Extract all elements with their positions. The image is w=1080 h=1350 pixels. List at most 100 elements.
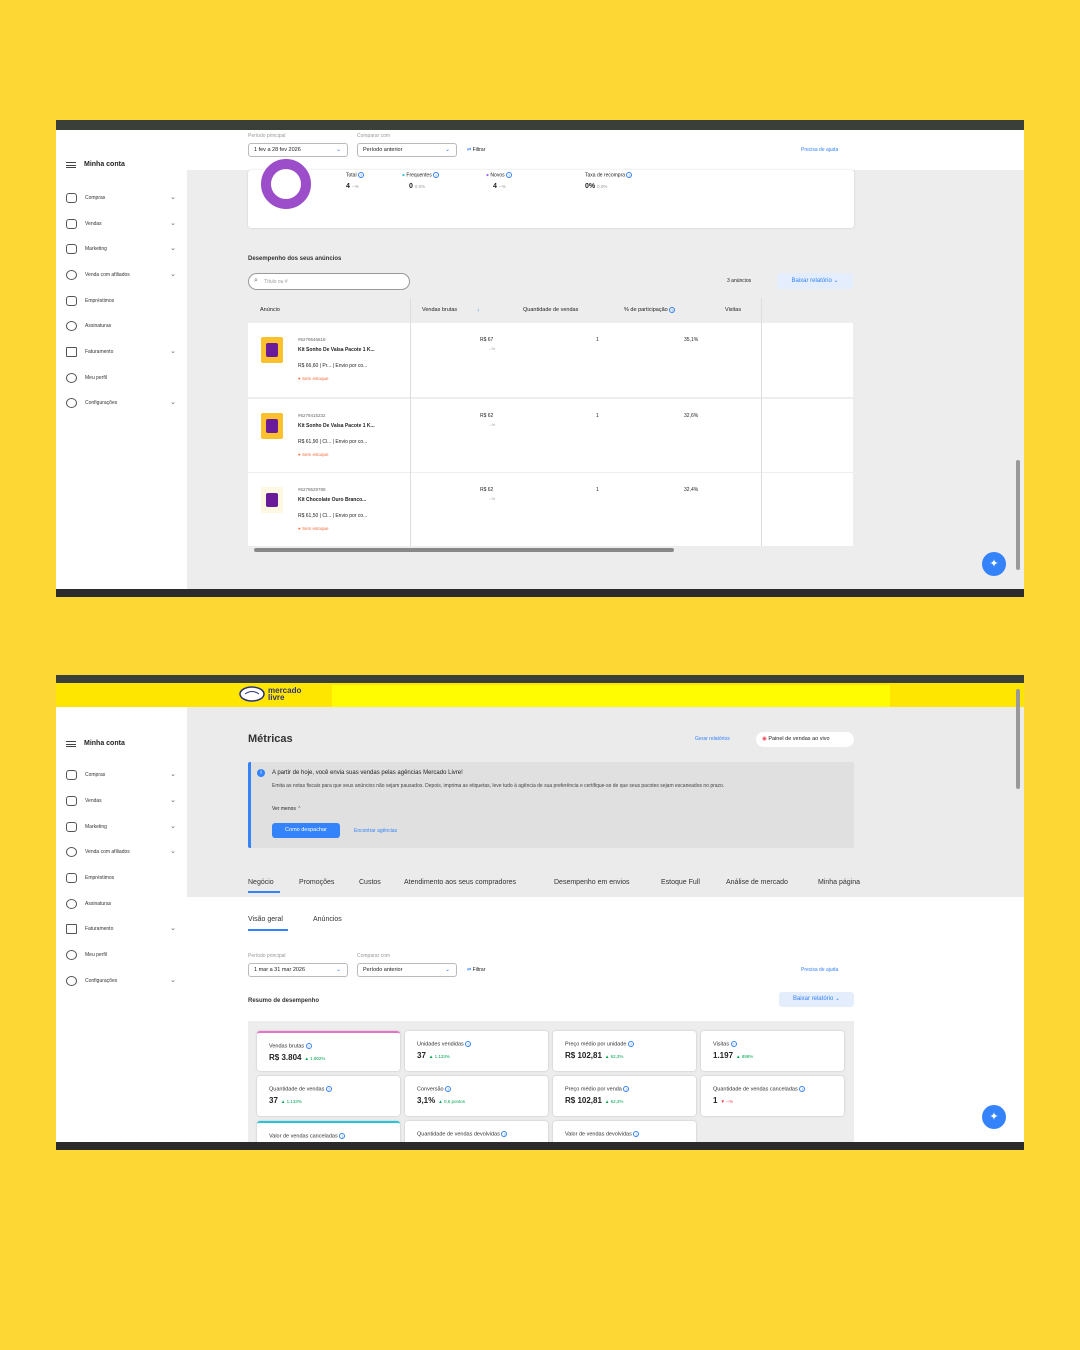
notice-show-less[interactable]: Ver menos ⌃ [272,806,302,812]
tab-minha-pagina[interactable]: Minha página [818,879,860,886]
sidebar-item-afiliados[interactable]: Venda com afiliados ⌄ [66,847,176,857]
tab-negocio[interactable]: Negócio [248,879,274,886]
generate-reports-link[interactable]: Gerar relatórios [695,736,730,742]
metric-card-gross-sales[interactable]: Vendas brutas ? R$ 3.804 ▲ 1.902% [257,1031,400,1071]
find-agencies-link[interactable]: Encontrar agências [354,828,397,834]
money-icon [66,296,77,306]
sidebar-item-compras[interactable]: Compras ⌄ [66,770,176,780]
listing-shipping: Envio por co... [335,363,368,369]
info-icon: ? [669,306,676,313]
info-icon: ? [501,1131,508,1137]
chevron-down-icon: ⌄ [170,797,176,804]
subtab-anuncios[interactable]: Anúncios [313,916,342,923]
metric-delta: ▼ --% [720,1099,734,1105]
sidebar-header[interactable]: Minha conta [66,740,125,747]
buyers-frequent-delta: 0.0% [414,184,426,189]
period-value: 1 fev a 28 fev 2026 [254,147,301,153]
assistant-sparkle-button[interactable]: ✦ [982,1105,1006,1129]
ml-header: mercado livre [56,683,1024,718]
metric-card-visits[interactable]: Visitas ? 1.197 ▲ 898% [701,1031,844,1071]
listing-title[interactable]: Kit Sonho De Valsa Pacote 1 K... [298,423,375,429]
megaphone-icon [66,822,77,832]
sidebar-item-emprestimos[interactable]: Empréstimos [66,873,176,883]
document-icon [66,347,77,357]
vertical-scrollbar[interactable] [1016,689,1020,789]
metric-value-text: R$ 3.804 [269,1053,302,1063]
compare-select[interactable]: Período anterior ⌄ [357,143,457,157]
help-link[interactable]: Precisa de ajuda [801,147,838,153]
period-select[interactable]: 1 mar a 31 mar 2026 ⌄ [248,963,348,977]
new-dot: ● [486,172,490,179]
period-select[interactable]: 1 fev a 28 fev 2026 ⌄ [248,143,348,157]
chevron-up-icon: ⌃ [297,806,302,812]
repurchase-value: 0% 0.0% [585,183,607,190]
screenshot-top: Minha conta Compras ⌄ Vendas ⌄ Marketing ⌄ … [56,120,1024,597]
table-row[interactable]: #6279546618 Kit Sonho De Valsa Pacote 1 … [248,323,853,397]
tab-promocoes[interactable]: Promoções [299,879,334,886]
listing-title[interactable]: Kit Sonho De Valsa Pacote 1 K... [298,347,375,353]
sidebar-item-vendas[interactable]: Vendas ⌄ [66,796,176,806]
download-report-button[interactable]: Baixar relatório ⌄ [777,273,853,289]
search-input[interactable]: ⌕ Título ou # [248,273,410,290]
gross-sales-value: R$ 67 [480,337,494,343]
download-report-button[interactable]: Baixar relatório ⌄ [779,992,854,1007]
metric-card-avg-price-unit[interactable]: Preço médio por unidade ? R$ 102,81 ▲ 62,3… [553,1031,696,1071]
menu-icon[interactable] [66,161,76,168]
sidebar-item-emprestimos[interactable]: Empréstimos [66,296,176,306]
affiliate-icon [66,847,77,857]
listing-shipping: Envio por co... [335,513,368,519]
metric-card-avg-price-sale[interactable]: Preço médio por venda ? R$ 102,81 ▲ 62,3% [553,1076,696,1116]
sidebar-item-marketing[interactable]: Marketing ⌄ [66,822,176,832]
table-row[interactable]: #6279529788 Kit Chocolate Ouro Branco...… [248,472,853,546]
assistant-sparkle-button[interactable]: ✦ [982,552,1006,576]
sidebar-item-assinaturas[interactable]: Assinaturas [66,899,176,909]
sidebar-item-configuracoes[interactable]: Configurações ⌄ [66,976,176,986]
sidebar-header[interactable]: Minha conta [66,161,125,168]
download-label: Baixar relatório [792,996,834,1002]
sidebar-item-afiliados[interactable]: Venda com afiliados ⌄ [66,270,176,280]
sidebar-item-perfil[interactable]: Meu perfil [66,373,176,383]
sidebar-item-faturamento[interactable]: Faturamento ⌄ [66,924,176,934]
vertical-scrollbar[interactable] [1016,460,1020,570]
help-link[interactable]: Precisa de ajuda [801,967,838,973]
mercado-livre-logo[interactable]: mercado livre [239,686,301,702]
col-share-label: % de participação [624,307,668,313]
gear-icon [66,899,77,909]
listing-price: R$ 66,60 [298,363,319,369]
sidebar-item-assinaturas[interactable]: Assinaturas [66,321,176,331]
table-row[interactable]: #6279415232 Kit Sonho De Valsa Pacote 1 … [248,398,853,472]
tab-atendimento[interactable]: Atendimento aos seus compradores [404,879,516,886]
download-label: Baixar relatório [791,278,832,284]
live-sales-panel-button[interactable]: ◉ Painel de vendas ao vivo [756,732,854,747]
sidebar-item-perfil[interactable]: Meu perfil [66,950,176,960]
sales-qty-value: 1 [596,487,599,493]
tag-icon [66,219,77,229]
how-to-ship-button[interactable]: Como despachar [272,823,340,838]
metric-card-conversion[interactable]: Conversão ? 3,1% ▲ 0,6 pontos [405,1076,548,1116]
col-gross-sales[interactable]: Vendas brutas ↓ [422,298,479,322]
filter-button[interactable]: ⇄ Filtrar [467,967,485,973]
compare-select[interactable]: Período anterior ⌄ [357,963,457,977]
sidebar-item-compras[interactable]: Compras ⌄ [66,193,176,203]
sidebar-item-configuracoes[interactable]: Configurações ⌄ [66,398,176,408]
tab-custos[interactable]: Custos [359,879,381,886]
metric-card-cancelled-qty[interactable]: Quantidade de vendas canceladas ? 1 ▼ --% [701,1076,844,1116]
filter-button[interactable]: ⇄ Filtrar [467,147,485,153]
metric-card-units-sold[interactable]: Unidades vendidas ? 37 ▲ 1.133% [405,1031,548,1071]
tab-analise-mercado[interactable]: Análise de mercado [726,879,788,886]
horizontal-scrollbar[interactable] [254,548,674,552]
metric-label-text: Preço médio por venda [565,1086,622,1093]
listing-title[interactable]: Kit Chocolate Ouro Branco... [298,497,366,503]
sidebar-item-marketing[interactable]: Marketing ⌄ [66,244,176,254]
tab-desempenho-envios[interactable]: Desempenho em envios [554,879,630,886]
menu-icon[interactable] [66,740,76,747]
listing-type: Pr... [322,363,332,369]
chevron-down-icon: ⌄ [170,925,176,932]
subtab-visao-geral[interactable]: Visão geral [248,916,283,923]
metric-card-sales-qty[interactable]: Quantidade de vendas ? 37 ▲ 1.133% [257,1076,400,1116]
stock-status-text: Sem estoque [301,452,329,457]
sidebar-item-vendas[interactable]: Vendas ⌄ [66,219,176,229]
tab-estoque-full[interactable]: Estoque Full [661,879,700,886]
sidebar-item-faturamento[interactable]: Faturamento ⌄ [66,347,176,357]
info-icon: ? [626,172,633,178]
